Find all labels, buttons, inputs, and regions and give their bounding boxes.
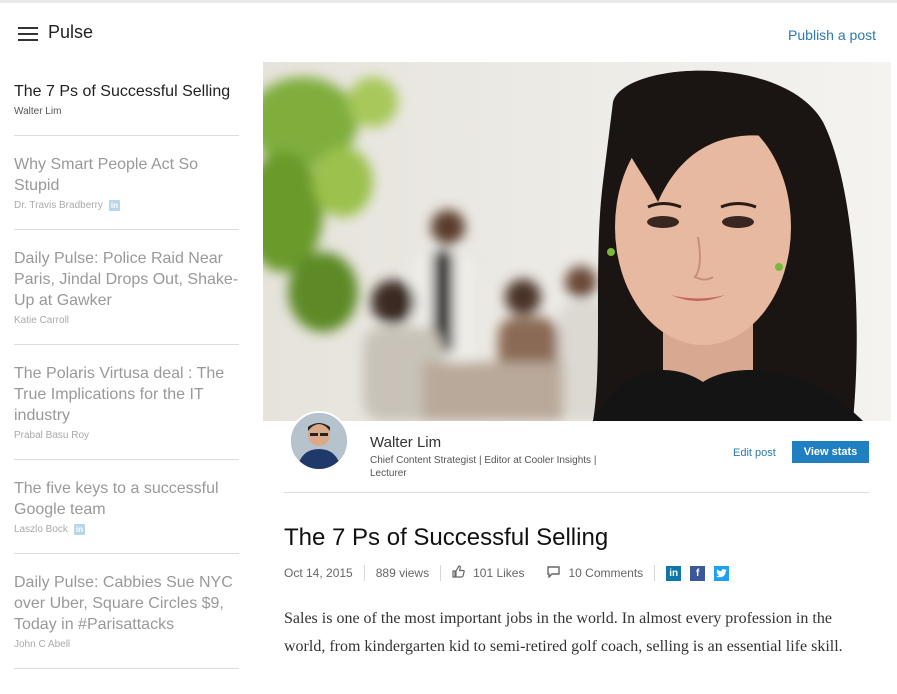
author-card: Walter Lim Chief Content Strategist | Ed… <box>284 411 869 493</box>
sidebar-post-item[interactable]: Why Smart People Act So Stupid Dr. Travi… <box>14 136 239 230</box>
post-body-paragraph: Sales is one of the most important jobs … <box>284 610 843 655</box>
sidebar-post-item[interactable]: Daily Pulse: Cabbies Sue NYC over Uber, … <box>14 554 239 669</box>
meta-divider <box>440 565 442 581</box>
meta-divider <box>654 565 656 581</box>
hamburger-menu-icon[interactable] <box>18 27 38 41</box>
avatar-photo <box>291 413 347 469</box>
brand-title: Pulse <box>48 22 94 42</box>
twitter-share-icon[interactable] <box>714 565 730 581</box>
sidebar-post-title: The five keys to a successful Google tea… <box>14 480 219 518</box>
sidebar-post-author: Walter Lim <box>14 106 62 117</box>
author-avatar[interactable] <box>289 411 349 471</box>
related-posts-sidebar: The 7 Ps of Successful Selling Walter Li… <box>14 62 239 669</box>
sidebar-post-item[interactable]: Daily Pulse: Police Raid Near Paris, Jin… <box>14 230 239 345</box>
sidebar-post-title: The 7 Ps of Successful Selling <box>14 83 231 100</box>
sidebar-post-item[interactable]: The 7 Ps of Successful Selling Walter Li… <box>14 62 239 136</box>
author-headline: Chief Content Strategist | Editor at Coo… <box>370 455 597 479</box>
post-views: 889 views <box>375 566 430 580</box>
sidebar-post-title: Daily Pulse: Cabbies Sue NYC over Uber, … <box>14 574 233 633</box>
post-title: The 7 Ps of Successful Selling <box>284 524 609 551</box>
sidebar-post-title: Why Smart People Act So Stupid <box>14 156 199 194</box>
sidebar-post-item[interactable]: The five keys to a successful Google tea… <box>14 460 239 554</box>
sidebar-post-author: Dr. Travis Bradberry <box>14 200 103 211</box>
linkedin-share-icon[interactable]: in <box>666 565 682 581</box>
facebook-share-icon[interactable]: f <box>690 565 706 581</box>
cover-photo-illustration <box>263 62 891 421</box>
post-meta: Oct 14, 2015 889 views 101 Likes 10 Comm… <box>284 564 730 582</box>
share-buttons: in f <box>666 565 730 581</box>
sidebar-post-author: Katie Carroll <box>14 315 70 326</box>
sidebar-post-title: The Polaris Virtusa deal : The True Impl… <box>14 365 225 424</box>
linkedin-influencer-icon: in <box>108 200 120 211</box>
sidebar-post-title: Daily Pulse: Police Raid Near Paris, Jin… <box>14 250 239 309</box>
view-stats-button[interactable]: View stats <box>792 441 869 463</box>
linkedin-influencer-icon: in <box>73 524 85 535</box>
edit-post-link[interactable]: Edit post <box>733 447 776 459</box>
sidebar-post-author: Laszlo Bock <box>14 524 68 535</box>
comment-icon[interactable] <box>547 565 561 581</box>
publish-post-link[interactable]: Publish a post <box>788 27 876 43</box>
author-name[interactable]: Walter Lim <box>370 434 441 451</box>
top-bar: Pulse Publish a post <box>0 0 897 62</box>
post-date: Oct 14, 2015 <box>284 566 353 580</box>
post-likes[interactable]: 101 Likes <box>473 566 524 580</box>
sidebar-post-author: John C Abell <box>14 639 71 650</box>
meta-spacer <box>535 565 536 581</box>
thumbs-up-icon[interactable] <box>452 565 465 581</box>
sidebar-post-author: Prabal Basu Roy <box>14 430 90 441</box>
meta-divider <box>363 565 365 581</box>
sidebar-post-item[interactable]: The Polaris Virtusa deal : The True Impl… <box>14 345 239 460</box>
post-comments[interactable]: 10 Comments <box>568 566 643 580</box>
post-cover-image <box>263 62 891 421</box>
